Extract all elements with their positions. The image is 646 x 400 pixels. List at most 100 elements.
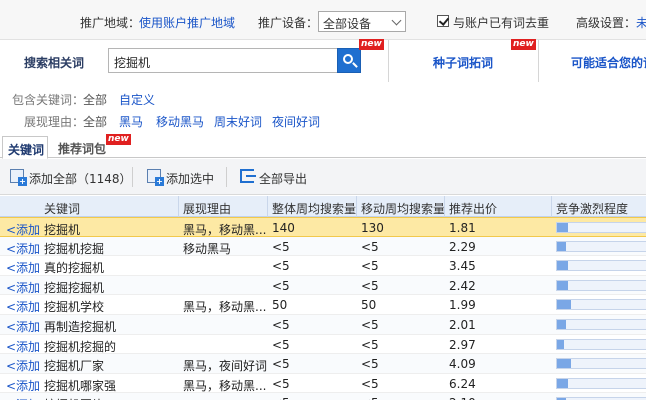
region-label: 推广地域： — [80, 16, 141, 30]
avg-search-cell: <5 — [272, 396, 356, 400]
keyword-cell: 挖掘机哪家强 — [44, 378, 117, 393]
add-link[interactable]: <添加 — [6, 240, 42, 257]
mobile-search-cell: <5 — [361, 278, 379, 293]
mobile-search-cell: <5 — [361, 239, 379, 254]
competition-bar-fill — [557, 241, 566, 251]
table-row[interactable]: <添加 挖掘机 黑马，移动黑... 140 130 1.81 — [0, 217, 646, 237]
table-row[interactable]: <添加 挖掘机挖掘 移动黑马 <5 <5 2.29 — [0, 236, 646, 257]
competition-bar-fill — [557, 280, 568, 290]
add-link[interactable]: <添加 — [6, 259, 42, 276]
bid-cell: 6.24 — [449, 376, 476, 391]
reason-cell: 黑马，移动黑... — [183, 223, 267, 237]
add-selected-button[interactable]: 添加选中 — [166, 170, 214, 187]
tab-suggested-words[interactable]: 可能适合您的词 — [538, 40, 646, 82]
new-badge: new — [106, 134, 131, 145]
col-reason[interactable]: 展现理由 — [183, 200, 231, 217]
reason-option-night[interactable]: 夜间好词 — [272, 113, 320, 130]
add-link[interactable]: <添加 — [6, 338, 42, 355]
add-all-icon: + — [10, 169, 27, 186]
device-label: 推广设备： — [258, 16, 319, 30]
search-input-value: 挖掘机 — [114, 56, 151, 70]
table-row[interactable]: <添加 挖掘机厂家 黑马，夜间好词 <5 <5 4.09 — [0, 354, 646, 374]
add-all-button[interactable]: 添加全部（1148） — [29, 170, 132, 187]
tab-recommend-pack[interactable]: 推荐词包 — [58, 140, 106, 157]
search-button[interactable] — [337, 48, 361, 73]
add-link[interactable]: <添加 — [6, 279, 42, 296]
dedupe-checkbox[interactable] — [437, 15, 449, 27]
add-link[interactable]: <添加 — [6, 298, 42, 315]
tab-search-related[interactable]: 搜索相关词 挖掘机 new — [0, 39, 388, 82]
col-avg-search[interactable]: 整体周均搜索量 — [272, 200, 356, 217]
mobile-search-cell: <5 — [361, 337, 379, 352]
reason-option-weekend[interactable]: 周末好词 — [214, 113, 262, 130]
tab-keywords[interactable]: 关键词 — [2, 136, 48, 159]
tab-keywords-label: 关键词 — [8, 143, 45, 157]
add-link[interactable]: <添加 — [6, 357, 42, 374]
table-row[interactable]: <添加 挖掘机学校 黑马，移动黑... 50 50 1.99 — [0, 295, 646, 315]
table-row[interactable]: <添加挖掘机图片 <5 <5 2.10 — [0, 393, 646, 400]
reason-option-darkhorse[interactable]: 黑马 — [119, 113, 143, 130]
mobile-search-cell: <5 — [361, 318, 379, 332]
device-select-value: 全部设备 — [323, 17, 372, 31]
table-row[interactable]: <添加 真的挖掘机 <5 <5 3.45 — [0, 256, 646, 276]
keyword-cell: 真的挖掘机 — [44, 261, 105, 276]
keyword-cell: 再制造挖掘机 — [44, 320, 117, 334]
result-subtabs: 关键词 推荐词包 new — [0, 134, 646, 159]
avg-search-cell: <5 — [272, 239, 290, 254]
competition-bar — [556, 377, 646, 389]
table-row[interactable]: <添加 再制造挖掘机 <5 <5 2.01 — [0, 315, 646, 335]
competition-bar-fill — [557, 261, 568, 271]
mobile-search-cell: <5 — [361, 259, 379, 274]
add-link[interactable]: <添加 — [6, 221, 42, 238]
reason-option-mobile-darkhorse[interactable]: 移动黑马 — [156, 113, 204, 130]
bid-cell: 2.97 — [449, 337, 476, 352]
reason-cell: 黑马，移动黑... — [183, 378, 267, 393]
reason-option-all[interactable]: 全部 — [83, 113, 107, 130]
add-link[interactable]: <添加 — [6, 377, 42, 394]
search-input[interactable]: 挖掘机 — [108, 48, 338, 73]
keyword-cell: 挖掘机学校 — [44, 300, 105, 315]
keyword-cell: 挖掘机图片 — [44, 396, 178, 400]
col-mobile-search[interactable]: 移动周均搜索量 — [361, 200, 445, 217]
competition-bar-fill — [557, 359, 571, 369]
reason-cell: 移动黑马 — [183, 241, 232, 256]
competition-bar — [556, 358, 646, 370]
new-badge: new — [359, 39, 384, 50]
include-option-all[interactable]: 全部 — [83, 91, 107, 108]
table-row[interactable]: <添加 挖掘机挖掘的 <5 <5 2.97 — [0, 334, 646, 355]
mobile-search-cell: 130 — [361, 221, 384, 235]
action-toolbar: + 添加全部（1148） + 添加选中 全部导出 — [0, 159, 646, 195]
bid-cell: 2.01 — [449, 318, 476, 332]
tab-seed-expand-label: 种子词拓词 — [433, 56, 494, 70]
avg-search-cell: <5 — [272, 318, 290, 332]
mobile-search-cell: <5 — [361, 396, 445, 400]
tab-seed-expand[interactable]: 种子词拓词 new — [388, 39, 538, 82]
keyword-cell: 挖掘挖掘机 — [44, 280, 105, 295]
export-icon — [240, 169, 256, 183]
competition-bar — [556, 338, 646, 350]
advanced-label: 高级设置： — [576, 16, 637, 30]
competition-bar — [556, 222, 646, 233]
region-link[interactable]: 使用账户推广地域 — [139, 14, 235, 31]
add-selected-icon: + — [147, 169, 164, 186]
col-keyword[interactable]: 关键词 — [44, 200, 80, 217]
export-all-button[interactable]: 全部导出 — [259, 170, 307, 187]
tool-tabs: 搜索相关词 挖掘机 new 种子词拓词 new 可能适合您的词 — [0, 39, 646, 82]
include-option-custom[interactable]: 自定义 — [119, 91, 155, 108]
competition-bar — [556, 299, 646, 311]
competition-bar-fill — [557, 320, 566, 329]
add-link[interactable]: <添加 — [6, 318, 42, 335]
device-select[interactable]: 全部设备 — [318, 11, 406, 32]
table-row[interactable]: <添加 挖掘机哪家强 黑马，移动黑... <5 <5 6.24 — [0, 373, 646, 394]
avg-search-cell: <5 — [272, 337, 290, 352]
avg-search-cell: <5 — [272, 278, 290, 293]
reason-cell: 黑马，夜间好词 — [183, 359, 267, 374]
bid-cell: 1.81 — [449, 221, 476, 235]
col-bid[interactable]: 推荐出价 — [449, 200, 497, 217]
add-link[interactable]: <添加 — [6, 396, 42, 400]
col-competition[interactable]: 竞争激烈程度 — [556, 200, 628, 217]
avg-search-cell: 50 — [272, 298, 288, 313]
table-row[interactable]: <添加 挖掘挖掘机 <5 <5 2.42 — [0, 275, 646, 296]
advanced-link[interactable]: 未 — [636, 14, 646, 31]
chevron-down-icon — [391, 15, 402, 26]
